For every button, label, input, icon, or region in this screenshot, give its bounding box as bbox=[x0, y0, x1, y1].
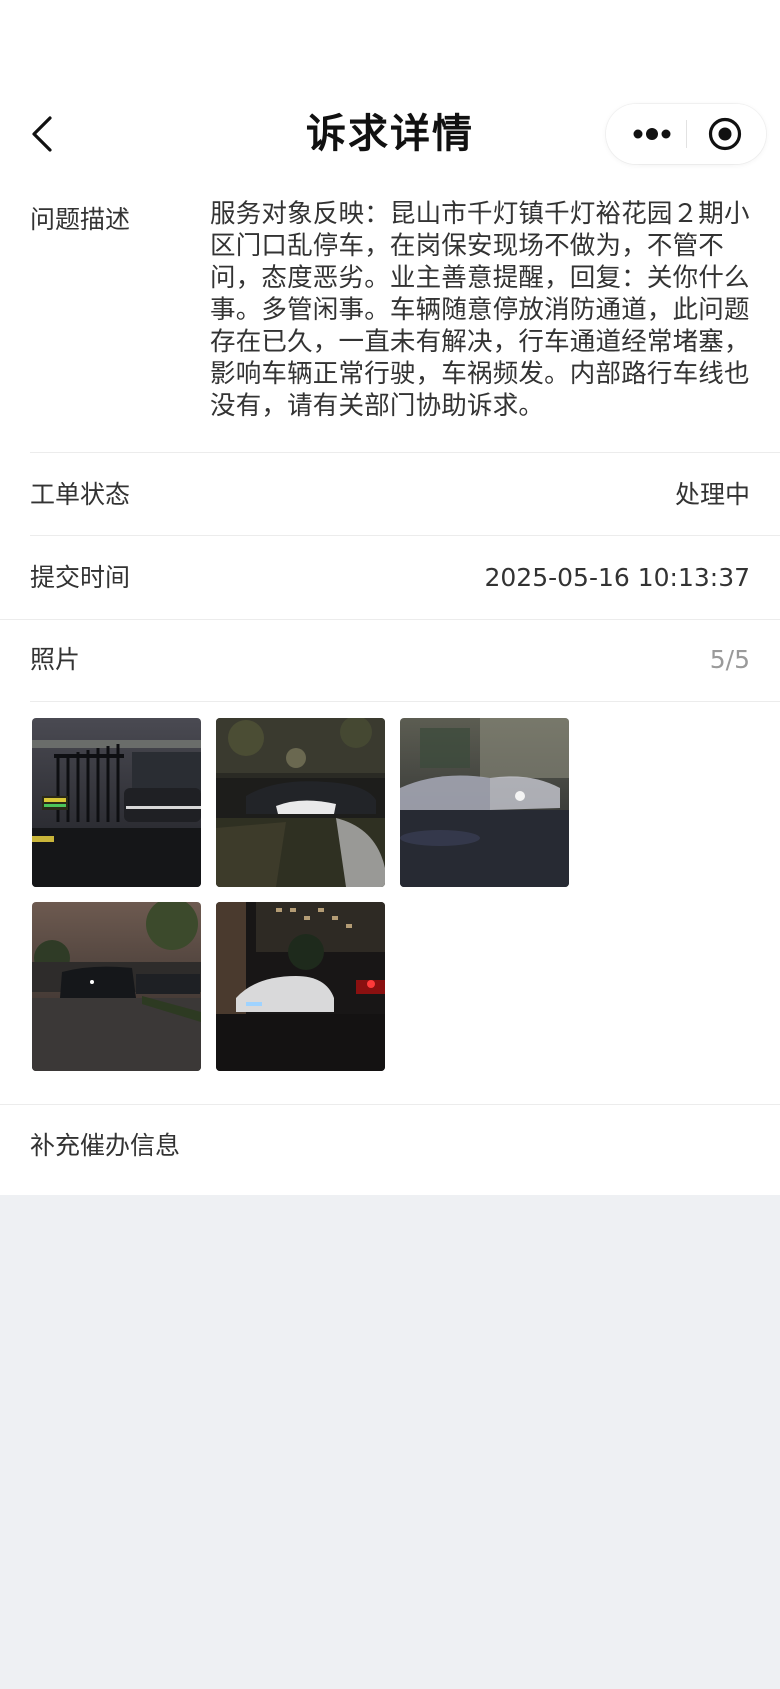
nav-bar: 诉求详情 bbox=[0, 96, 780, 172]
description-text: 服务对象反映：昆山市千灯镇千灯裕花园２期小区门口乱停车，在岗保安现场不做为，不管… bbox=[210, 199, 750, 421]
divider bbox=[30, 701, 780, 702]
close-miniprogram-button[interactable] bbox=[704, 114, 746, 154]
photo-thumbnail[interactable] bbox=[216, 902, 385, 1071]
capsule-menu bbox=[606, 104, 766, 164]
photo-thumbnail[interactable] bbox=[32, 718, 201, 887]
photos-count: 5/5 bbox=[709, 645, 750, 674]
supplement-label[interactable]: 补充催办信息 bbox=[30, 1126, 180, 1162]
photo-grid bbox=[32, 718, 592, 1074]
photo-gate-night bbox=[32, 718, 201, 887]
more-button[interactable] bbox=[624, 114, 680, 154]
submit-time-row: 提交时间 2025-05-16 10:13:37 bbox=[30, 558, 750, 598]
status-label: 工单状态 bbox=[30, 480, 131, 509]
target-circle-icon bbox=[708, 117, 742, 151]
submit-time-value: 2025-05-16 10:13:37 bbox=[484, 563, 750, 592]
photo-thumbnail[interactable] bbox=[32, 902, 201, 1071]
photos-row: 照片 5/5 bbox=[30, 640, 750, 680]
description-label: 问题描述 bbox=[30, 205, 131, 234]
photos-label: 照片 bbox=[30, 645, 81, 674]
more-dots-icon bbox=[633, 128, 671, 140]
submit-time-label: 提交时间 bbox=[30, 563, 131, 592]
divider bbox=[30, 452, 780, 453]
photo-thumbnail[interactable] bbox=[400, 718, 569, 887]
photo-street-cars-night bbox=[32, 902, 201, 1071]
divider bbox=[0, 1104, 780, 1105]
divider bbox=[30, 535, 780, 536]
photo-cars-parked-night bbox=[216, 718, 385, 887]
status-value: 处理中 bbox=[674, 480, 750, 509]
photo-white-car-night bbox=[216, 902, 385, 1071]
divider bbox=[0, 619, 780, 620]
detail-card: 诉求详情 问题描述 服务对象反映：昆山市千灯镇千灯裕花园２期小区门口乱停车，在岗… bbox=[0, 0, 780, 1195]
status-row: 工单状态 处理中 bbox=[30, 475, 750, 515]
photo-thumbnail[interactable] bbox=[216, 718, 385, 887]
photo-blurred-cars bbox=[400, 718, 569, 887]
capsule-divider bbox=[686, 120, 687, 148]
